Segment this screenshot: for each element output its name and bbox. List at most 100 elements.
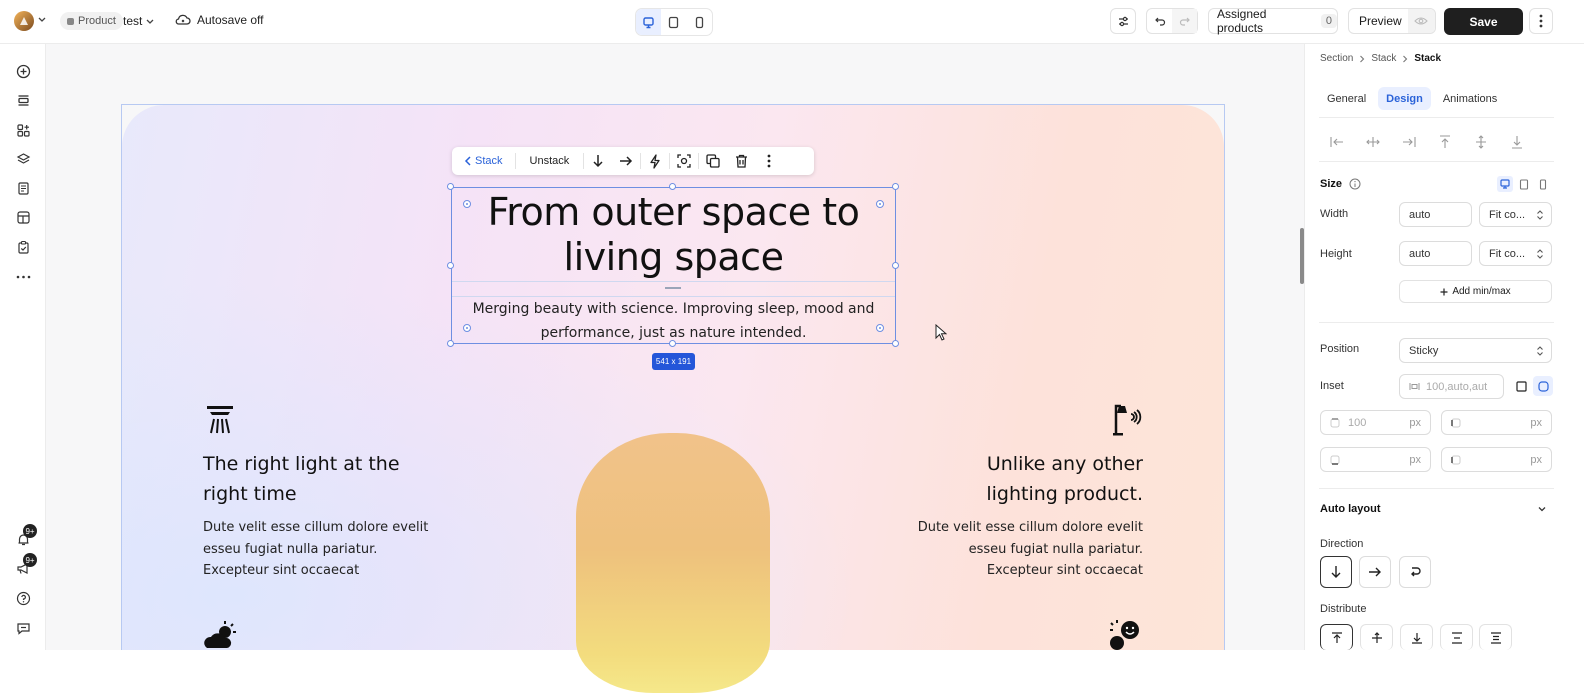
preview-button[interactable]: Preview bbox=[1348, 8, 1436, 34]
align-left-button[interactable] bbox=[1329, 134, 1345, 150]
more-menu-button[interactable] bbox=[1529, 8, 1553, 34]
direction-vertical-option[interactable] bbox=[1320, 556, 1352, 588]
chevron-down-icon bbox=[146, 19, 154, 24]
assigned-products-button[interactable]: Assigned products 0 bbox=[1208, 7, 1338, 35]
autosave-toggle[interactable]: Autosave off bbox=[175, 13, 264, 27]
duplicate-button[interactable] bbox=[699, 147, 727, 175]
sections-button[interactable] bbox=[14, 91, 32, 109]
pages-button[interactable] bbox=[14, 179, 32, 197]
page-name-dropdown[interactable]: test bbox=[123, 14, 155, 28]
add-min-max-button[interactable]: Add min/max bbox=[1399, 280, 1552, 303]
tab-design[interactable]: Design bbox=[1378, 87, 1431, 110]
element-more-button[interactable] bbox=[755, 147, 783, 175]
resize-handle-nw[interactable] bbox=[447, 183, 454, 190]
feature-right-body[interactable]: Dute velit esse cillum dolore evelit ess… bbox=[913, 517, 1143, 582]
unstack-button[interactable]: Unstack bbox=[516, 155, 584, 167]
product-lamp-image[interactable] bbox=[576, 433, 770, 693]
help-button[interactable] bbox=[14, 589, 32, 607]
info-icon[interactable] bbox=[1349, 178, 1361, 190]
width-input[interactable]: auto bbox=[1399, 202, 1472, 227]
inset-top-input[interactable]: 100 px bbox=[1320, 410, 1431, 435]
breadcrumb-stack-parent[interactable]: Stack bbox=[1371, 53, 1396, 64]
direction-horizontal-option[interactable] bbox=[1359, 556, 1391, 588]
width-mode-select[interactable]: Fit co... bbox=[1479, 202, 1552, 227]
apps-button[interactable] bbox=[14, 121, 32, 139]
notifications-button[interactable]: 9+ bbox=[14, 524, 37, 548]
mobile-view-button[interactable] bbox=[687, 9, 712, 35]
checklist-button[interactable] bbox=[14, 238, 32, 256]
chevron-down-icon[interactable] bbox=[37, 14, 47, 24]
street-lamp-icon bbox=[1110, 402, 1144, 436]
align-top-button[interactable] bbox=[1437, 134, 1453, 150]
feature-right: Unlike any other lighting product. Dute … bbox=[913, 449, 1143, 582]
feature-left-title[interactable]: The right light at the right time bbox=[203, 449, 433, 509]
arrow-down-icon bbox=[1331, 566, 1341, 578]
inset-individual-toggle[interactable] bbox=[1533, 376, 1553, 396]
focus-icon bbox=[677, 154, 691, 168]
desktop-view-button[interactable] bbox=[636, 9, 662, 35]
resize-handle-e[interactable] bbox=[892, 262, 899, 269]
align-center-h-button[interactable] bbox=[1365, 134, 1381, 150]
tab-animations[interactable]: Animations bbox=[1435, 87, 1505, 110]
inset-bottom-input[interactable]: px bbox=[1320, 447, 1431, 472]
position-select[interactable]: Sticky bbox=[1399, 338, 1552, 363]
focus-button[interactable] bbox=[670, 147, 698, 175]
distribute-start-option[interactable] bbox=[1320, 624, 1353, 650]
resize-handle-w[interactable] bbox=[447, 262, 454, 269]
distribute-space-around-option[interactable] bbox=[1479, 624, 1512, 650]
distribute-end-option[interactable] bbox=[1400, 624, 1433, 650]
direction-horizontal-button[interactable] bbox=[612, 147, 640, 175]
undo-button[interactable] bbox=[1147, 9, 1172, 33]
feature-right-title[interactable]: Unlike any other lighting product. bbox=[913, 449, 1143, 509]
breadcrumb-section[interactable]: Section bbox=[1320, 53, 1353, 64]
padding-handle[interactable] bbox=[463, 324, 471, 332]
announcements-button[interactable]: 9+ bbox=[14, 553, 37, 577]
inset-right-input[interactable]: px bbox=[1441, 410, 1552, 435]
auto-layout-collapse[interactable] bbox=[1537, 504, 1547, 514]
tablet-view-button[interactable] bbox=[661, 9, 686, 35]
sliders-icon bbox=[1118, 16, 1128, 26]
inset-input[interactable]: 100,auto,aut bbox=[1399, 374, 1504, 399]
select-parent-button[interactable]: Stack bbox=[452, 147, 515, 175]
size-desktop-button[interactable] bbox=[1497, 176, 1513, 192]
interactions-button[interactable] bbox=[641, 147, 669, 175]
resize-handle-s[interactable] bbox=[669, 340, 676, 347]
align-top-icon bbox=[1440, 135, 1450, 148]
chat-button[interactable] bbox=[14, 619, 32, 637]
resize-handle-se[interactable] bbox=[892, 340, 899, 347]
size-tablet-button[interactable] bbox=[1516, 176, 1532, 192]
size-mobile-button[interactable] bbox=[1535, 176, 1551, 192]
templates-button[interactable] bbox=[14, 208, 32, 226]
breadcrumb: Section Stack Stack bbox=[1320, 53, 1441, 64]
inset-uniform-toggle[interactable] bbox=[1513, 378, 1529, 394]
align-bottom-button[interactable] bbox=[1509, 134, 1525, 150]
height-mode-select[interactable]: Fit co... bbox=[1479, 241, 1552, 266]
redo-button[interactable] bbox=[1172, 9, 1197, 33]
padding-handle[interactable] bbox=[463, 200, 471, 208]
inset-left-input[interactable]: px bbox=[1441, 447, 1552, 472]
eye-icon[interactable] bbox=[1407, 9, 1435, 33]
direction-wrap-option[interactable] bbox=[1399, 556, 1431, 588]
more-tools-button[interactable] bbox=[14, 268, 32, 286]
distribute-space-between-option[interactable] bbox=[1440, 624, 1473, 650]
add-min-max-label: Add min/max bbox=[1452, 286, 1511, 297]
distribute-center-option[interactable] bbox=[1360, 624, 1393, 650]
tab-general[interactable]: General bbox=[1319, 87, 1374, 110]
padding-handle[interactable] bbox=[876, 200, 884, 208]
add-element-button[interactable] bbox=[14, 62, 32, 80]
resize-handle-sw[interactable] bbox=[447, 340, 454, 347]
align-right-button[interactable] bbox=[1401, 134, 1417, 150]
padding-handle[interactable] bbox=[876, 324, 884, 332]
resize-handle-n[interactable] bbox=[669, 183, 676, 190]
feature-left-body[interactable]: Dute velit esse cillum dolore evelit ess… bbox=[203, 517, 433, 582]
resize-handle-ne[interactable] bbox=[892, 183, 899, 190]
layers-button[interactable] bbox=[14, 150, 32, 168]
align-center-v-button[interactable] bbox=[1473, 134, 1489, 150]
save-button[interactable]: Save bbox=[1444, 8, 1523, 35]
direction-vertical-button[interactable] bbox=[584, 147, 612, 175]
auto-layout-label[interactable]: Auto layout bbox=[1320, 503, 1381, 515]
store-logo[interactable] bbox=[14, 11, 34, 31]
delete-button[interactable] bbox=[727, 147, 755, 175]
height-input[interactable]: auto bbox=[1399, 241, 1472, 266]
settings-sliders-button[interactable] bbox=[1110, 8, 1136, 34]
